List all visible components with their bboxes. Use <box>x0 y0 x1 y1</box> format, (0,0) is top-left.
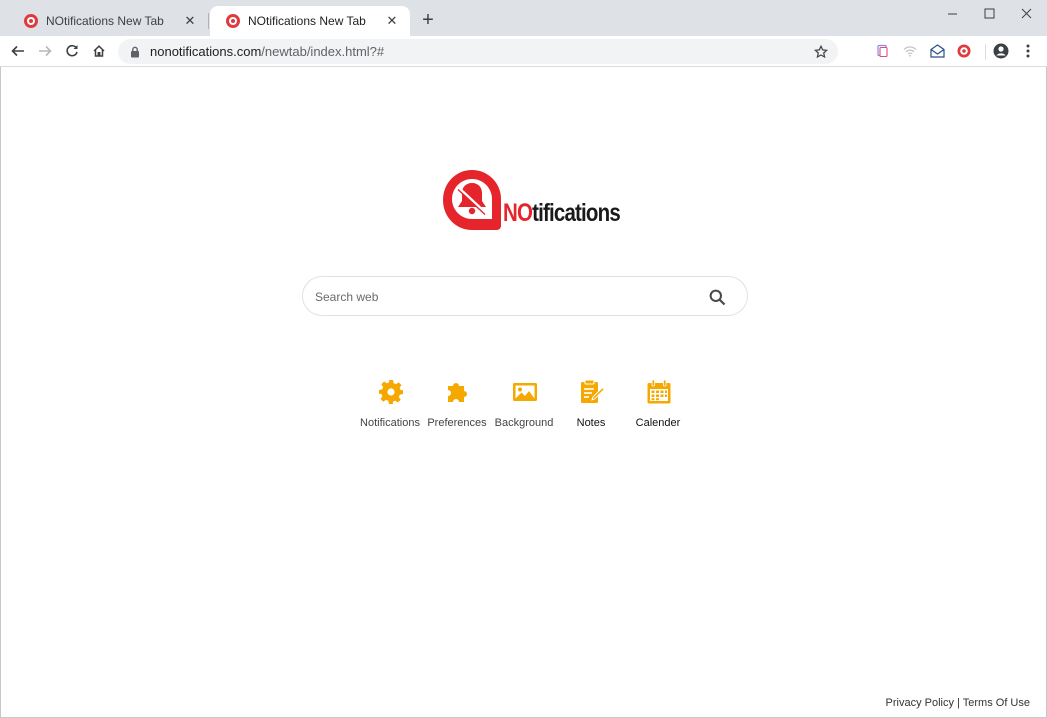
maximize-icon[interactable] <box>976 4 1002 22</box>
logo-wordmark: NOtifications <box>503 199 621 228</box>
new-tab-button[interactable]: + <box>418 10 438 30</box>
footer-links: Privacy Policy | Terms Of Use <box>886 697 1030 709</box>
page-content: NOtifications Notifications Preferences … <box>0 67 1047 718</box>
terms-of-use-link[interactable]: Terms Of Use <box>963 697 1030 709</box>
wifi-extension-icon[interactable] <box>901 42 919 60</box>
tab-title: NOtifications New Tab <box>248 14 366 28</box>
search-box[interactable] <box>302 276 748 316</box>
image-icon <box>511 378 539 406</box>
close-window-icon[interactable] <box>1013 4 1039 22</box>
privacy-policy-link[interactable]: Privacy Policy <box>886 697 954 709</box>
url-path: /newtab/index.html?# <box>261 44 385 59</box>
calendar-icon <box>645 378 673 406</box>
tab-inactive[interactable]: NOtifications New Tab ✕ <box>8 6 208 36</box>
extension-copy-icon[interactable] <box>873 42 891 60</box>
notifications-extension-icon[interactable] <box>955 42 973 60</box>
shortcut-calender[interactable]: Calender <box>624 378 692 438</box>
shortcuts-bar: Notifications Preferences Background Not… <box>356 378 696 438</box>
reload-icon[interactable] <box>61 40 83 62</box>
tab-active[interactable]: NOtifications New Tab ✕ <box>210 6 410 36</box>
puzzle-icon <box>444 378 472 406</box>
toolbar-separator <box>985 44 986 60</box>
gear-icon <box>377 378 405 406</box>
notifications-favicon-icon <box>24 14 38 28</box>
logo-tifications: tifications <box>532 199 621 227</box>
shortcut-background[interactable]: Background <box>490 378 558 438</box>
footer-separator: | <box>957 697 960 709</box>
tab-close-icon[interactable]: ✕ <box>384 13 400 29</box>
bookmark-star-icon[interactable] <box>812 43 830 61</box>
browser-toolbar: nonotifications.com/newtab/index.html?# <box>0 36 1047 67</box>
back-arrow-icon[interactable] <box>7 40 29 62</box>
search-icon[interactable] <box>707 287 727 307</box>
shortcut-notes[interactable]: Notes <box>557 378 625 438</box>
tab-strip: NOtifications New Tab ✕ NOtifications Ne… <box>0 0 1047 36</box>
tab-title: NOtifications New Tab <box>46 14 164 28</box>
home-icon[interactable] <box>88 40 110 62</box>
shortcut-preferences[interactable]: Preferences <box>423 378 491 438</box>
url-domain: nonotifications.com <box>150 44 262 59</box>
notifications-favicon-icon <box>226 14 240 28</box>
forward-arrow-icon[interactable] <box>34 40 56 62</box>
menu-kebab-icon[interactable] <box>1019 42 1037 60</box>
notes-icon <box>578 378 606 406</box>
minimize-icon[interactable] <box>939 4 965 22</box>
shortcut-notifications[interactable]: Notifications <box>356 378 424 438</box>
logo-no: NO <box>503 199 533 227</box>
notifications-logo: NOtifications <box>441 168 621 232</box>
profile-avatar-icon[interactable] <box>992 42 1010 60</box>
tab-close-icon[interactable]: ✕ <box>182 13 198 29</box>
search-input[interactable] <box>315 287 695 307</box>
url-text[interactable]: nonotifications.com/newtab/index.html?# <box>150 44 384 59</box>
mail-extension-icon[interactable] <box>928 42 946 60</box>
lock-icon[interactable] <box>128 45 142 59</box>
tab-divider <box>208 13 209 29</box>
bell-off-logo-icon <box>443 170 501 230</box>
address-bar[interactable]: nonotifications.com/newtab/index.html?# <box>118 39 838 64</box>
shortcut-label: Calender <box>635 417 681 429</box>
